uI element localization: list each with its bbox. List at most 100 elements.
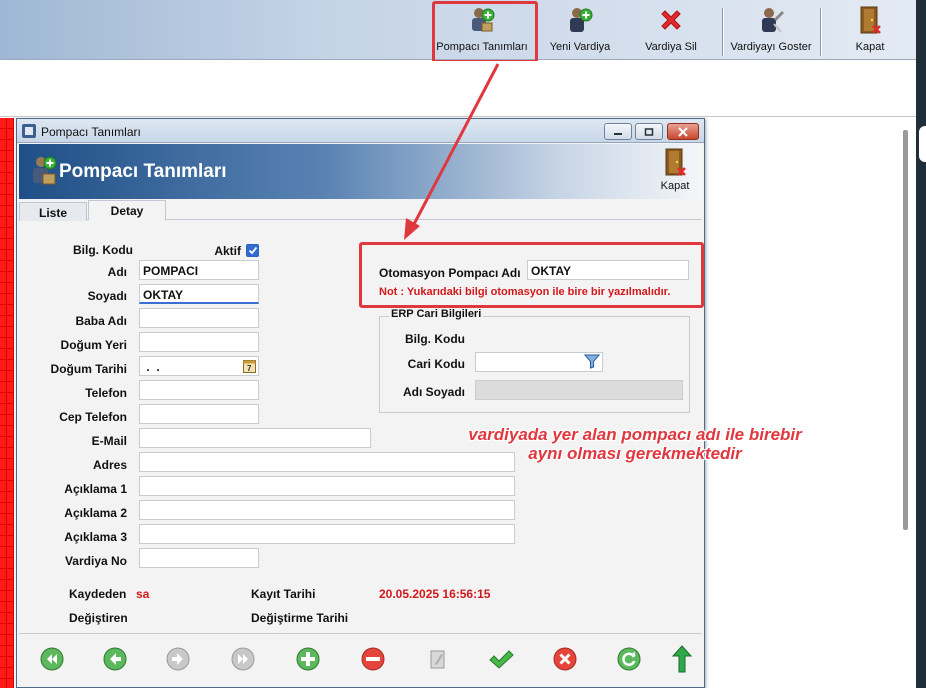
soyadi-input[interactable]: OKTAY <box>139 284 259 304</box>
aciklama1-label: Açıklama 1 <box>64 482 127 496</box>
calendar-icon[interactable]: 7 <box>243 359 256 375</box>
exit-door-icon <box>665 148 686 176</box>
telefon-label: Telefon <box>85 386 127 400</box>
adres-label: Adres <box>92 458 127 472</box>
aciklama2-label: Açıklama 2 <box>64 506 127 520</box>
app-icon <box>21 123 37 139</box>
toolbar-label: Vardiyayı Goster <box>730 41 812 53</box>
kaydeden-value: sa <box>136 587 150 601</box>
dogum-yeri-input[interactable] <box>139 332 259 352</box>
pompaci-icon <box>29 154 59 186</box>
adi-soyadi-input <box>475 380 683 400</box>
vardiyayi-goster-button[interactable]: Vardiyayı Goster <box>726 4 816 58</box>
annotation-line1: vardiyada yer alan pompacı adı ile bireb… <box>468 425 802 444</box>
dogum-tarihi-value: . . <box>143 360 160 374</box>
background-grid <box>0 118 14 688</box>
kaydeden-label: Kaydeden <box>69 587 127 601</box>
filter-icon[interactable] <box>583 354 601 371</box>
minimize-button[interactable] <box>604 123 632 140</box>
baba-adi-input[interactable] <box>139 308 259 328</box>
cep-telefon-input[interactable] <box>139 404 259 424</box>
toolbar-highlight-box <box>432 1 538 63</box>
arrow-left-icon <box>103 647 127 671</box>
soyadi-label: Soyadı <box>87 289 127 303</box>
otomasyon-highlight-box <box>359 242 704 308</box>
refresh-icon <box>617 647 641 671</box>
tab-detay[interactable]: Detay <box>88 200 166 221</box>
email-input[interactable] <box>139 428 371 448</box>
degistiren-label: Değiştiren <box>69 611 128 625</box>
exit-door-icon <box>854 4 886 36</box>
plus-icon <box>296 647 320 671</box>
vardiya-no-input[interactable] <box>139 548 259 568</box>
telefon-input[interactable] <box>139 380 259 400</box>
degistirme-tarihi-label: Değiştirme Tarihi <box>251 611 349 625</box>
add-user-icon <box>564 4 596 36</box>
toolbar-separator <box>820 8 821 56</box>
dialog-edge <box>709 126 713 686</box>
desktop-edge <box>916 0 926 688</box>
cep-telefon-label: Cep Telefon <box>59 410 127 424</box>
toolbar-separator <box>722 8 723 56</box>
erp-bilg-kodu-label: Bilg. Kodu <box>405 332 465 346</box>
email-label: E-Mail <box>91 434 127 448</box>
maximize-button[interactable] <box>635 123 663 140</box>
edit-record-button <box>425 646 451 672</box>
aktif-checkbox[interactable] <box>246 244 259 257</box>
dogum-tarihi-input[interactable]: . . 7 <box>139 356 259 376</box>
kayit-tarihi-label: Kayıt Tarihi <box>251 587 316 601</box>
cari-kodu-label: Cari Kodu <box>407 357 465 371</box>
check-icon <box>248 246 257 255</box>
last-record-button <box>230 646 256 672</box>
aciklama2-input[interactable] <box>139 500 515 520</box>
tab-bar: Liste Detay <box>19 200 702 221</box>
toolbar-label: Kapat <box>855 41 885 53</box>
yeni-vardiya-button[interactable]: Yeni Vardiya <box>546 4 614 58</box>
dialog-header: Pompacı Tanımları Kapat <box>19 144 702 199</box>
dialog-titlebar[interactable]: Pompacı Tanımları <box>17 119 704 143</box>
delete-x-icon <box>655 4 687 36</box>
edit-icon <box>430 650 445 669</box>
previous-record-button[interactable] <box>102 646 128 672</box>
maximize-icon <box>644 127 654 136</box>
aciklama1-input[interactable] <box>139 476 515 496</box>
annotation-line2: aynı olması gerekmektedir <box>528 444 742 463</box>
pompaci-dialog: Pompacı Tanımları Pompacı Tanımları Kapa… <box>16 118 705 688</box>
kayit-tarihi-value: 20.05.2025 16:56:15 <box>379 587 491 601</box>
dogum-yeri-label: Doğum Yeri <box>60 338 127 352</box>
save-button[interactable] <box>488 646 514 672</box>
dialog-title: Pompacı Tanımları <box>41 125 141 139</box>
dogum-tarihi-label: Doğum Tarihi <box>50 362 127 376</box>
aciklama3-label: Açıklama 3 <box>64 530 127 544</box>
bilg-kodu-label: Bilg. Kodu <box>73 243 133 257</box>
delete-record-button[interactable] <box>360 646 386 672</box>
tab-liste[interactable]: Liste <box>19 202 87 221</box>
adi-soyadi-label: Adı Soyadı <box>402 385 465 399</box>
toolbar-label: Vardiya Sil <box>645 41 697 53</box>
dialog-kapat-button[interactable]: Kapat <box>656 147 694 197</box>
up-button[interactable] <box>669 645 695 673</box>
aciklama3-input[interactable] <box>139 524 515 544</box>
annotation-text: vardiyada yer alan pompacı adı ile bireb… <box>420 425 850 463</box>
content-strip <box>0 61 916 117</box>
adi-input[interactable]: POMPACI <box>139 260 259 280</box>
cari-kodu-input[interactable] <box>475 352 603 372</box>
arrow-right-icon <box>166 647 190 671</box>
checkmark-icon <box>489 650 514 669</box>
arrow-up-icon <box>672 645 692 673</box>
last-record-icon <box>231 647 255 671</box>
close-button[interactable] <box>667 123 699 140</box>
kapat-label: Kapat <box>660 180 690 192</box>
first-record-button[interactable] <box>39 646 65 672</box>
cancel-button[interactable] <box>552 646 578 672</box>
aktif-label: Aktif <box>214 244 241 258</box>
side-tab[interactable] <box>919 126 926 162</box>
user-view-icon <box>755 4 787 36</box>
add-record-button[interactable] <box>295 646 321 672</box>
kapat-button[interactable]: Kapat <box>838 4 902 58</box>
refresh-button[interactable] <box>616 646 642 672</box>
background-scrollbar[interactable] <box>903 130 908 530</box>
close-icon <box>678 126 688 137</box>
baba-adi-label: Baba Adı <box>75 314 127 328</box>
vardiya-sil-button[interactable]: Vardiya Sil <box>636 4 706 58</box>
